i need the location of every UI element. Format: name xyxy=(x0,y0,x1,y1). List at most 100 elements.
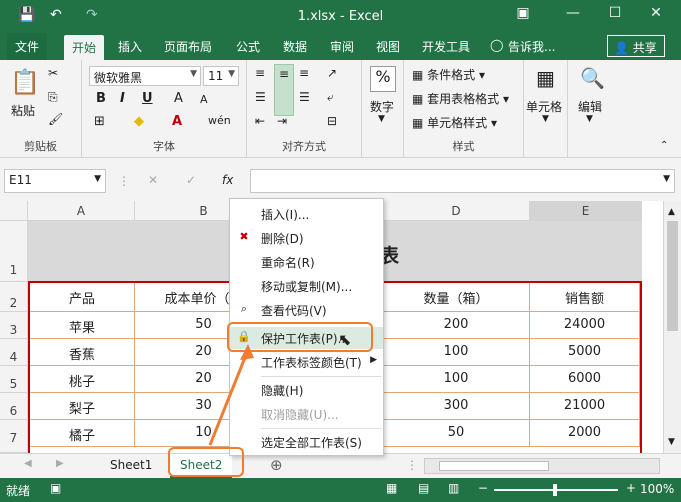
tab-view[interactable]: 视图 xyxy=(376,38,400,55)
page-break-view-icon[interactable]: ▥ xyxy=(448,481,459,495)
column-header[interactable]: A xyxy=(28,201,135,221)
row-header[interactable]: 4 xyxy=(0,339,28,366)
tab-page-layout[interactable]: 页面布局 xyxy=(164,38,212,55)
table-cell[interactable]: 2000 xyxy=(530,420,640,447)
macro-record-icon[interactable]: ▣ xyxy=(50,481,61,495)
table-cell[interactable]: 24000 xyxy=(530,312,640,339)
zoom-slider-thumb[interactable] xyxy=(553,484,557,496)
name-box[interactable]: E11 ▼ xyxy=(4,169,106,193)
row-header[interactable]: 7 xyxy=(0,420,28,453)
menu-view-code[interactable]: ⌕ 查看代码(V) xyxy=(230,299,383,321)
phonetic-icon[interactable]: wén xyxy=(208,114,231,127)
table-cell[interactable]: 6000 xyxy=(530,366,640,393)
row-header[interactable]: 3 xyxy=(0,312,28,339)
formula-input[interactable]: ▼ xyxy=(250,169,675,193)
bold-button[interactable]: B xyxy=(96,91,106,106)
border-icon[interactable]: ⊞ xyxy=(94,114,105,129)
font-name-combo[interactable]: 微软雅黑 ▼ xyxy=(89,66,201,86)
orientation-icon[interactable]: ↗ xyxy=(327,66,337,80)
tab-file[interactable]: 文件 xyxy=(7,33,48,60)
search-icon[interactable]: 🔍 xyxy=(580,66,605,90)
page-layout-view-icon[interactable]: ▤ xyxy=(418,481,429,495)
paste-button[interactable]: 粘贴 xyxy=(11,102,35,119)
align-middle-icon[interactable]: ≡ xyxy=(274,64,294,116)
menu-move-copy[interactable]: 移动或复制(M)... xyxy=(230,275,383,297)
close-button[interactable]: ✕ xyxy=(644,5,668,25)
share-button[interactable]: 👤 共享 xyxy=(607,35,665,57)
scroll-down-icon[interactable]: ▼ xyxy=(668,437,675,447)
row-header[interactable]: 2 xyxy=(0,282,28,312)
collapse-ribbon-icon[interactable]: ⌃ xyxy=(660,140,668,151)
grow-font-icon[interactable]: A xyxy=(174,91,183,106)
sheet-tab-sheet1[interactable]: Sheet1 xyxy=(100,454,162,478)
tab-home[interactable]: 开始 xyxy=(64,35,105,60)
editing-button[interactable]: 编辑 xyxy=(578,98,602,115)
row-header[interactable]: 6 xyxy=(0,393,28,420)
align-left-icon[interactable]: ☰ xyxy=(255,90,266,104)
copy-icon[interactable]: ⎘ xyxy=(48,90,58,105)
paste-icon[interactable]: 📋 xyxy=(10,68,40,96)
table-cell[interactable]: 梨子 xyxy=(30,393,135,420)
menu-delete[interactable]: ✖ 删除(D) xyxy=(230,227,383,249)
row-header[interactable]: 5 xyxy=(0,366,28,393)
table-header-cell[interactable]: 数量（箱） xyxy=(383,283,530,312)
cancel-button[interactable]: ✕ xyxy=(148,173,158,187)
cells-icon[interactable]: ▦ xyxy=(536,66,555,90)
zoom-in-icon[interactable]: + xyxy=(626,481,636,495)
insert-function-button[interactable]: fx xyxy=(222,173,233,187)
percent-icon[interactable]: % xyxy=(370,66,396,92)
ribbon-options-icon[interactable]: ▣ xyxy=(511,5,535,25)
underline-button[interactable]: U xyxy=(142,91,153,106)
cells-button[interactable]: 单元格 xyxy=(526,98,562,115)
column-header[interactable]: D xyxy=(383,201,530,221)
table-cell[interactable]: 香蕉 xyxy=(30,339,135,366)
zoom-level[interactable]: 100% xyxy=(640,482,674,496)
tab-insert[interactable]: 插入 xyxy=(118,38,142,55)
font-size-combo[interactable]: 11 ▼ xyxy=(203,66,239,86)
horizontal-scrollbar[interactable] xyxy=(424,458,660,474)
normal-view-icon[interactable]: ▦ xyxy=(386,481,397,495)
shrink-font-icon[interactable]: A xyxy=(200,93,208,106)
menu-rename[interactable]: 重命名(R) xyxy=(230,251,383,273)
prev-sheet-icon[interactable]: ◀ xyxy=(24,458,32,469)
merge-center-icon[interactable]: ⊟ xyxy=(327,114,337,128)
decrease-indent-icon[interactable]: ⇤ xyxy=(255,114,265,128)
table-cell[interactable]: 橘子 xyxy=(30,420,135,447)
align-bottom-icon[interactable]: ≡ xyxy=(299,66,309,80)
scroll-thumb[interactable] xyxy=(667,221,678,331)
table-cell[interactable]: 苹果 xyxy=(30,312,135,339)
select-all-corner[interactable] xyxy=(0,201,28,221)
maximize-button[interactable]: ☐ xyxy=(603,5,627,25)
row-header[interactable]: 1 xyxy=(0,221,28,282)
tab-formulas[interactable]: 公式 xyxy=(236,38,260,55)
format-table-button[interactable]: ▦ 套用表格格式 ▾ xyxy=(412,90,509,107)
scroll-thumb[interactable] xyxy=(439,461,549,471)
cell-styles-button[interactable]: ▦ 单元格样式 ▾ xyxy=(412,114,497,131)
zoom-out-icon[interactable]: − xyxy=(478,481,488,495)
next-sheet-icon[interactable]: ▶ xyxy=(56,458,64,469)
table-cell[interactable]: 50 xyxy=(383,420,530,447)
add-sheet-icon[interactable]: ⊕ xyxy=(270,456,283,474)
increase-indent-icon[interactable]: ⇥ xyxy=(277,114,287,128)
format-painter-icon[interactable]: 🖌 xyxy=(48,112,63,126)
table-header-cell[interactable]: 产品 xyxy=(30,283,135,312)
table-cell[interactable]: 5000 xyxy=(530,339,640,366)
fill-color-icon[interactable]: ◆ xyxy=(134,114,144,129)
table-cell[interactable]: 200 xyxy=(383,312,530,339)
tab-developer[interactable]: 开发工具 xyxy=(422,38,470,55)
table-header-cell[interactable]: 销售额 xyxy=(530,283,640,312)
menu-insert[interactable]: 插入(I)... xyxy=(230,203,383,225)
table-cell[interactable]: 100 xyxy=(383,339,530,366)
tab-review[interactable]: 审阅 xyxy=(330,38,354,55)
scroll-up-icon[interactable]: ▲ xyxy=(668,207,675,217)
table-cell[interactable]: 100 xyxy=(383,366,530,393)
align-top-icon[interactable]: ≡ xyxy=(255,66,265,80)
vertical-scrollbar[interactable]: ▲ ▼ xyxy=(663,201,681,453)
conditional-format-button[interactable]: ▦ 条件格式 ▾ xyxy=(412,66,485,83)
table-cell[interactable]: 300 xyxy=(383,393,530,420)
tell-me-input[interactable]: 告诉我... xyxy=(508,38,555,55)
cut-icon[interactable]: ✂ xyxy=(48,66,58,80)
number-button[interactable]: 数字 xyxy=(370,98,394,115)
enter-button[interactable]: ✓ xyxy=(186,173,196,187)
align-right-icon[interactable]: ☰ xyxy=(299,90,310,104)
